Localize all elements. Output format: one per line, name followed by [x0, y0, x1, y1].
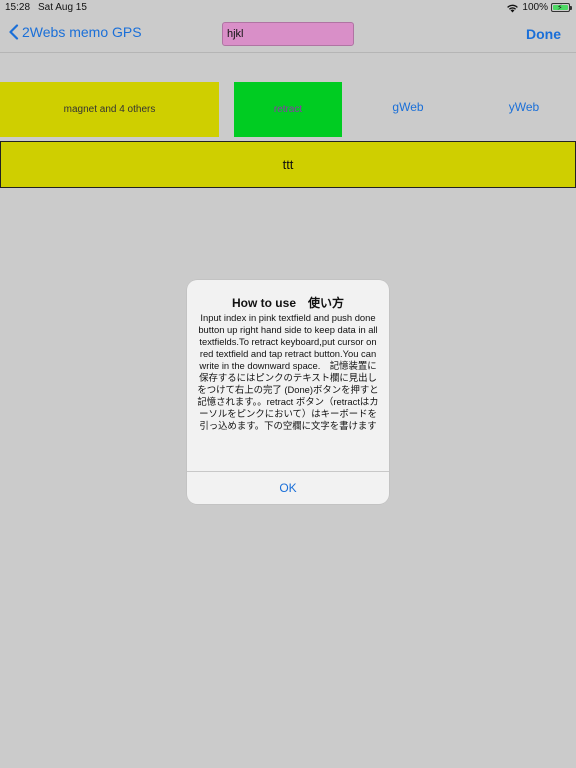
magnet-button-label: magnet and 4 others	[63, 104, 156, 115]
back-button-label: 2Webs memo GPS	[22, 24, 142, 40]
alert-title: How to use 使い方	[231, 296, 344, 310]
done-button[interactable]: Done	[526, 26, 561, 42]
memo-text-value: ttt	[282, 157, 294, 172]
alert-message: Input index in pink textfield and push d…	[197, 312, 379, 431]
status-right: 100% ⚡	[506, 2, 572, 13]
battery-percent: 100%	[522, 2, 548, 13]
app-screen: 15:28 Sat Aug 15 100% ⚡ 2Webs memo GPS h…	[0, 0, 576, 768]
wifi-icon	[507, 4, 519, 12]
alert-ok-button[interactable]: OK	[187, 472, 389, 504]
index-title-input[interactable]: hjkl	[222, 22, 354, 46]
battery-charging-icon: ⚡	[551, 3, 572, 12]
gweb-button[interactable]: gWeb	[378, 100, 438, 120]
status-date: Sat Aug 15	[38, 2, 87, 13]
navigation-bar: 2Webs memo GPS hjkl Done	[0, 16, 576, 53]
back-button[interactable]: 2Webs memo GPS	[8, 24, 142, 40]
status-bar: 15:28 Sat Aug 15 100% ⚡	[0, 0, 576, 16]
retract-button-label: retract	[273, 104, 303, 115]
status-time: 15:28	[5, 2, 31, 13]
how-to-use-alert: How to use 使い方 Input index in pink textf…	[187, 280, 389, 504]
chevron-left-icon	[9, 24, 19, 40]
yweb-button[interactable]: yWeb	[494, 100, 554, 120]
magnet-and-others-button[interactable]: magnet and 4 others	[0, 82, 219, 137]
retract-button[interactable]: retract	[234, 82, 342, 137]
memo-text-field[interactable]: ttt	[0, 141, 576, 188]
